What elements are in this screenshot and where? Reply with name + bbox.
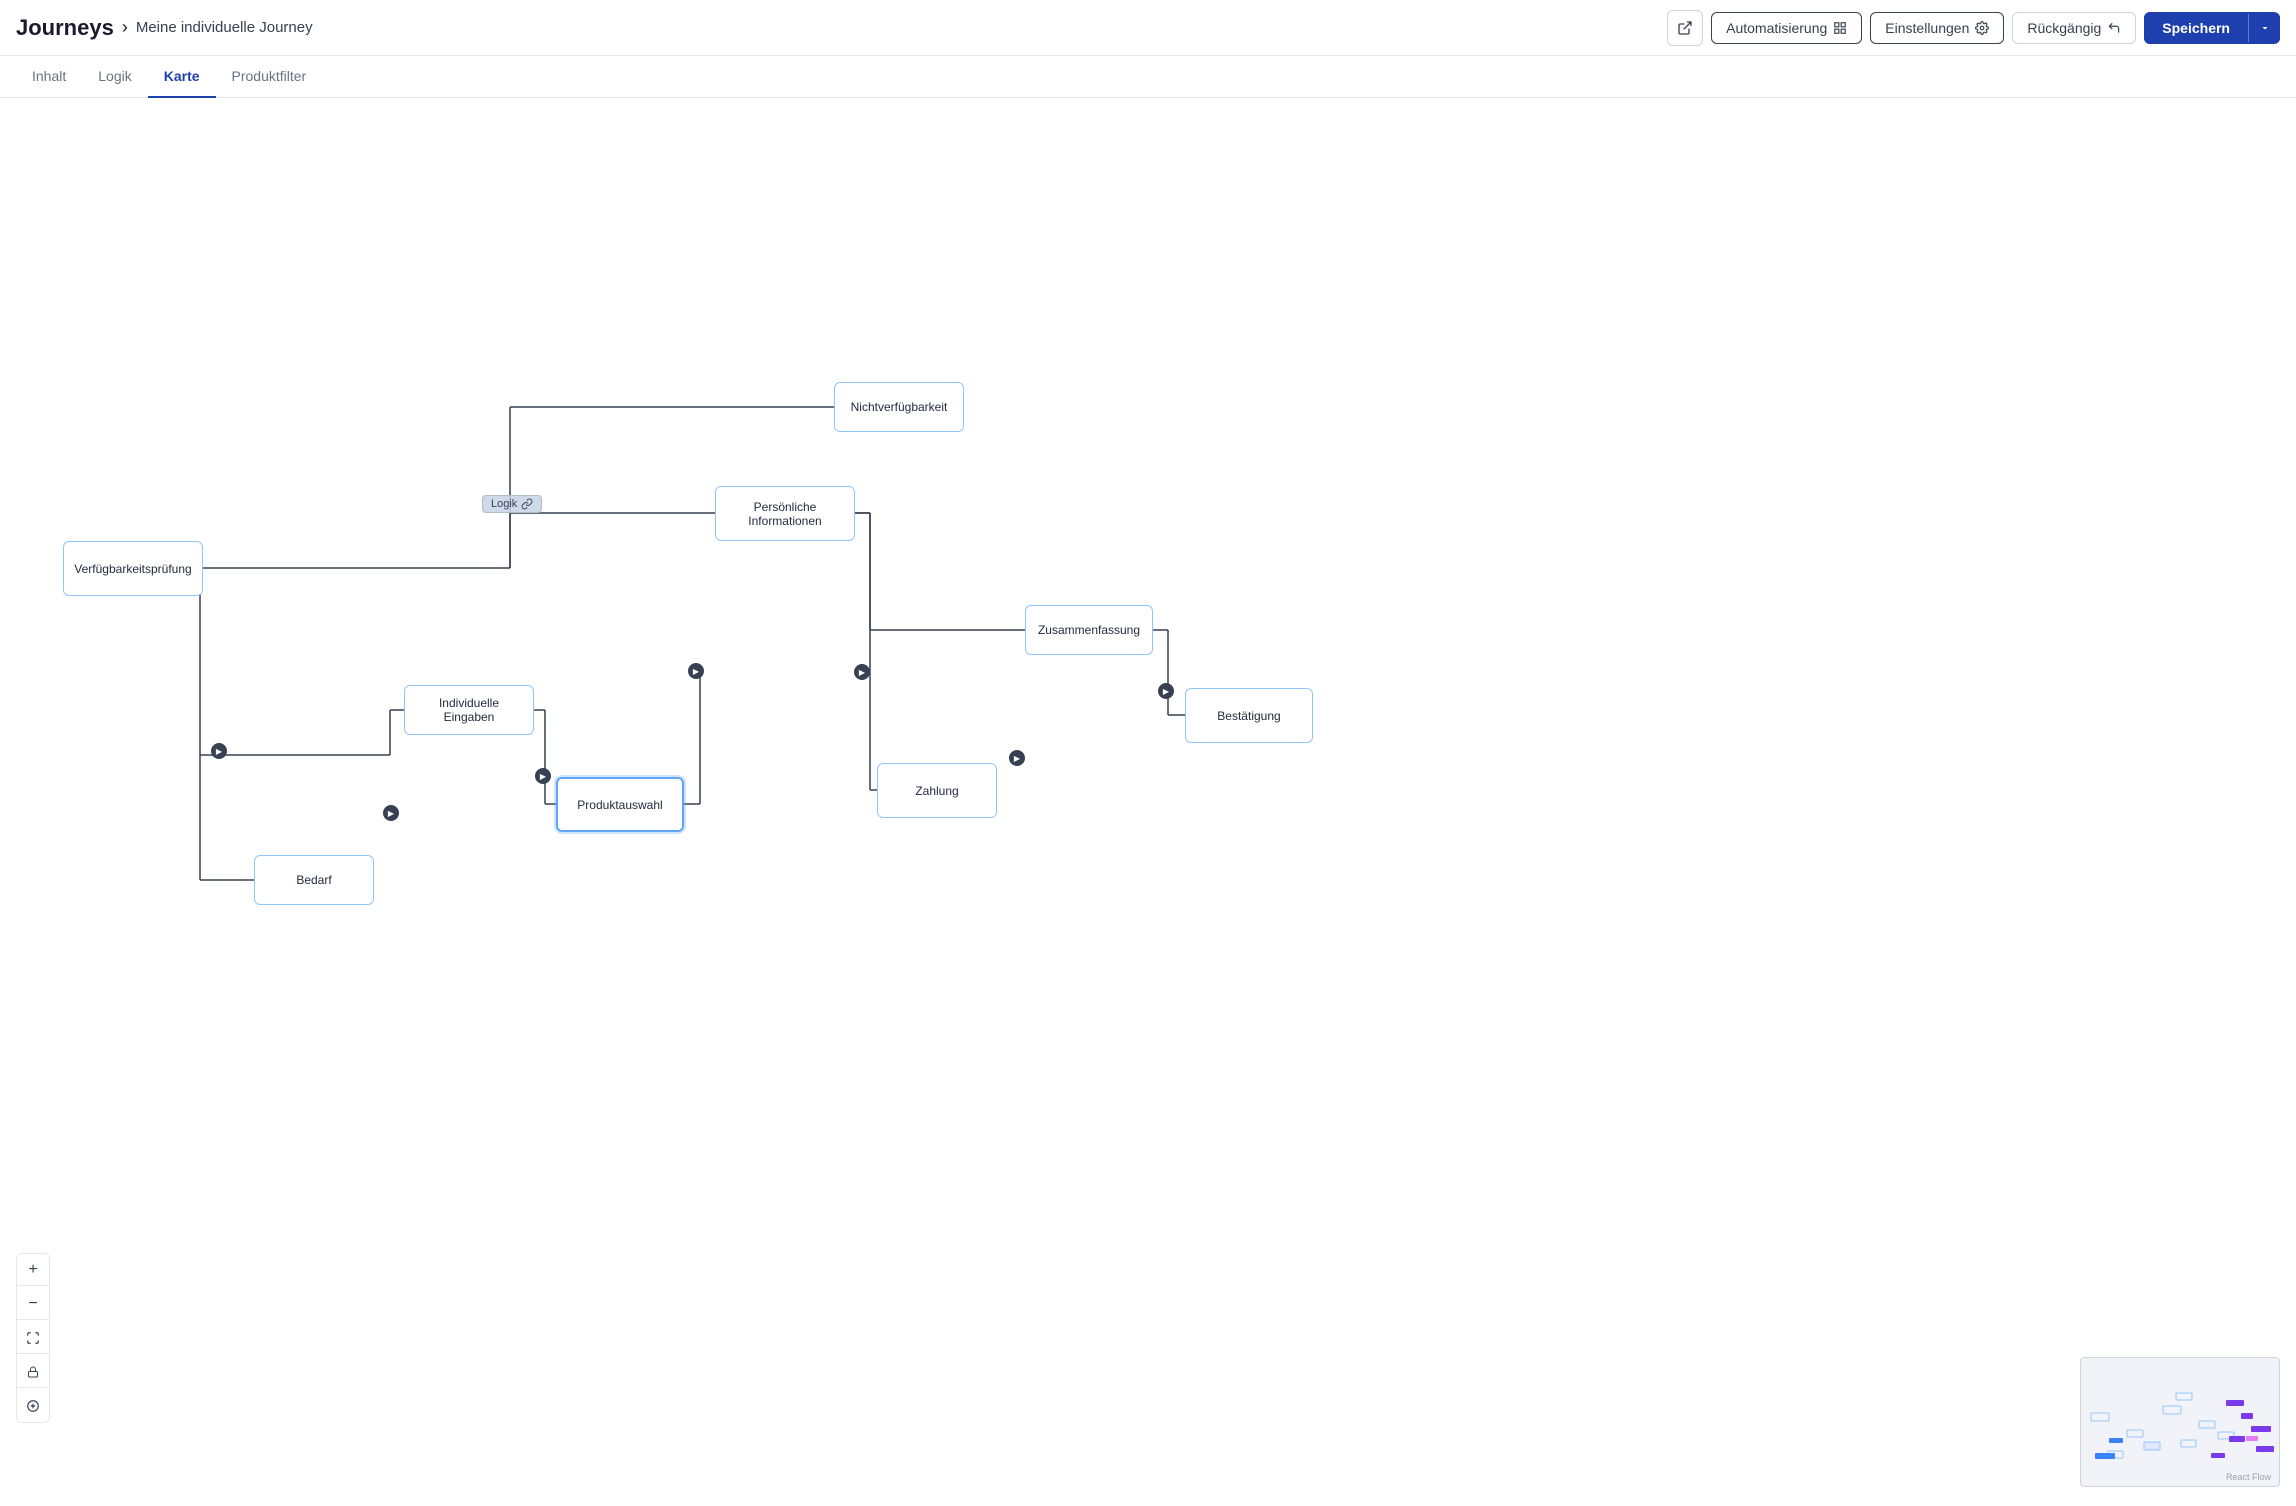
tab-produktfilter[interactable]: Produktfilter [216, 56, 323, 98]
header: Journeys › Meine individuelle Journey Au… [0, 0, 2296, 56]
node-zusammenfassung[interactable]: Zusammenfassung [1025, 605, 1153, 655]
zoom-out-button[interactable]: − [17, 1288, 49, 1320]
header-left: Journeys › Meine individuelle Journey [16, 15, 313, 41]
node-verfugbarkeit[interactable]: Verfügbarkeitsprüfung [63, 541, 203, 596]
node-bedarf-label: Bedarf [296, 873, 331, 887]
node-bedarf[interactable]: Bedarf [254, 855, 374, 905]
node-bestatigung[interactable]: Bestätigung [1185, 688, 1313, 743]
fit-view-icon [26, 1331, 40, 1345]
caret-down-icon [2259, 22, 2271, 34]
tab-karte[interactable]: Karte [148, 56, 216, 98]
minimap: React Flow [2080, 1357, 2280, 1487]
node-nichtverfugbarkeit-label: Nichtverfügbarkeit [851, 400, 948, 414]
app-title[interactable]: Journeys [16, 15, 114, 41]
header-right: Automatisierung Einstellungen Rückgängig… [1667, 10, 2280, 46]
arrow-circle-6: ▶ [1009, 750, 1025, 766]
tab-inhalt[interactable]: Inhalt [16, 56, 82, 98]
arrow-circle-3: ▶ [211, 743, 227, 759]
node-zahlung[interactable]: Zahlung [877, 763, 997, 818]
undo-icon [2107, 21, 2121, 35]
undo-label: Rückgängig [2027, 20, 2101, 36]
arrow-circle-2: ▶ [535, 768, 551, 784]
lock-icon [27, 1366, 39, 1378]
automation-icon [1833, 21, 1847, 35]
zoom-controls: + − [16, 1253, 50, 1423]
automation-button[interactable]: Automatisierung [1711, 12, 1862, 44]
node-bestatigung-label: Bestätigung [1217, 709, 1280, 723]
flow-connections [0, 98, 2296, 1503]
minimap-svg [2081, 1358, 2280, 1487]
breadcrumb: Meine individuelle Journey [136, 19, 313, 36]
tab-logik[interactable]: Logik [82, 56, 147, 98]
settings-button[interactable]: Einstellungen [1870, 12, 2004, 44]
save-button[interactable]: Speichern [2144, 12, 2248, 44]
fit-view-button[interactable] [17, 1322, 49, 1354]
node-individuelle-label: Individuelle Eingaben [413, 696, 525, 724]
save-caret[interactable] [2248, 14, 2280, 42]
breadcrumb-chevron: › [122, 17, 128, 38]
undo-button[interactable]: Rückgängig [2012, 12, 2136, 44]
automation-label: Automatisierung [1726, 20, 1827, 36]
node-personliche-label: Persönliche Informationen [724, 500, 846, 528]
arrow-circle-5: ▶ [854, 664, 870, 680]
external-link-button[interactable] [1667, 10, 1703, 46]
external-link-icon [1677, 20, 1693, 36]
logic-badge[interactable]: Logik [482, 495, 542, 513]
settings-icon [1975, 21, 1989, 35]
node-individuelle[interactable]: Individuelle Eingaben [404, 685, 534, 735]
node-zusammenfassung-label: Zusammenfassung [1038, 623, 1140, 637]
arrow-circle-4: ▶ [383, 805, 399, 821]
save-button-group[interactable]: Speichern [2144, 12, 2280, 44]
add-icon [26, 1399, 40, 1413]
zoom-in-button[interactable]: + [17, 1254, 49, 1286]
node-zahlung-label: Zahlung [915, 784, 958, 798]
arrow-circle-7: ▶ [1158, 683, 1174, 699]
node-produktauswahl-label: Produktauswahl [577, 798, 662, 812]
minimap-label: React Flow [2226, 1472, 2271, 1482]
logic-icon [521, 498, 533, 510]
settings-label: Einstellungen [1885, 20, 1969, 36]
node-verfugbarkeit-label: Verfügbarkeitsprüfung [74, 562, 191, 576]
node-produktauswahl[interactable]: Produktauswahl [556, 777, 684, 832]
node-personliche[interactable]: Persönliche Informationen [715, 486, 855, 541]
flow-canvas[interactable]: ▶ ▶ ▶ ▶ ▶ ▶ ▶ Verfügbarkeitsprüfung Logi… [0, 98, 2296, 1503]
lock-button[interactable] [17, 1356, 49, 1388]
arrow-circle-1: ▶ [688, 663, 704, 679]
logic-badge-label: Logik [491, 498, 517, 510]
node-nichtverfugbarkeit[interactable]: Nichtverfügbarkeit [834, 382, 964, 432]
tabs-bar: Inhalt Logik Karte Produktfilter [0, 56, 2296, 98]
add-node-button[interactable] [17, 1390, 49, 1422]
